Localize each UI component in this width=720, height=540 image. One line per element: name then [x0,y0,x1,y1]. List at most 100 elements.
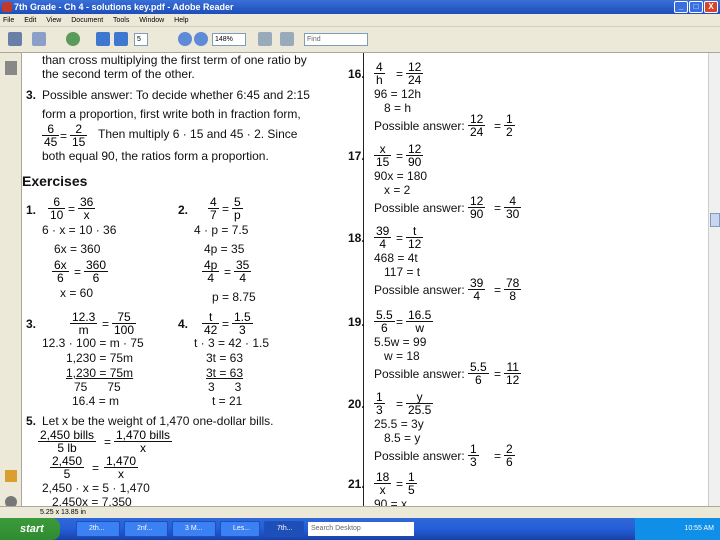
equals-sign: = [494,367,502,381]
page-number-input[interactable]: 5 [134,33,148,46]
fraction: t 42 [202,310,220,337]
menu-bar: File Edit View Document Tools Window Hel… [0,14,720,27]
fraction: 39 4 [374,224,392,251]
fraction: 12 24 [468,112,486,139]
status-bar: 5.25 x 13.85 in [0,506,720,518]
menu-window[interactable]: Window [139,17,164,24]
system-tray: 10:55 AM [635,518,720,540]
work-line: x = 2 [384,183,411,197]
desktop-search-input[interactable]: Search Desktop [308,522,414,536]
email-icon[interactable] [32,32,46,46]
possible-answer-label: Possible answer: [374,201,465,215]
print-icon[interactable] [8,32,22,46]
zoom-in-icon[interactable] [194,32,208,46]
fraction: 13 [468,442,479,469]
menu-file[interactable]: File [3,17,14,24]
menu-help[interactable]: Help [174,17,188,24]
problem-number: 17. [348,149,365,163]
vertical-scrollbar[interactable] [708,53,720,518]
comments-icon[interactable] [5,470,17,482]
work-line: 25.5 = 3y [374,417,424,431]
equals-sign: = [68,202,76,216]
equals-sign: = [396,315,404,329]
text-line: Then multiply 6 · 15 and 45 · 2. Since [98,127,298,141]
text-line: form a proportion, first write both in f… [42,107,301,121]
hand-tool-icon[interactable] [66,32,80,46]
fraction: 360 6 [84,258,109,285]
fraction: 5p [232,195,243,222]
possible-answer-label: Possible answer: [374,449,465,463]
fraction: 47 [208,195,219,222]
equals-sign: = [102,317,110,331]
equals-sign: = [396,477,404,491]
fraction: 78 8 [504,276,522,303]
equals-sign: = [494,283,502,297]
navigation-sidebar [0,53,22,518]
next-page-icon[interactable] [114,32,128,46]
minimize-button[interactable]: _ [674,1,688,13]
work-line: 6x = 360 [54,242,101,256]
problem-number: 19. [348,315,365,329]
equals-sign: = [396,149,404,163]
work-line: p = 8.75 [212,290,256,304]
column-divider [363,53,364,518]
close-button[interactable]: X [704,1,718,13]
clock: 10:55 AM [684,525,714,532]
work-line: 4 · p = 7.5 [194,223,249,237]
taskbar-item[interactable]: Les... [220,521,260,537]
work-line: 2,450 · x = 5 · 1,470 [42,481,150,495]
work-line: 6 · x = 10 · 36 [42,223,117,237]
menu-document[interactable]: Document [71,17,103,24]
equals-sign: = [396,397,404,411]
start-button[interactable]: start [0,518,60,540]
previous-page-icon[interactable] [96,32,110,46]
text-line: the second term of the other. [42,67,195,81]
taskbar-item-active[interactable]: 7th... [264,521,304,537]
fit-page-icon[interactable] [258,32,272,46]
section-heading: Exercises [22,173,88,189]
menu-tools[interactable]: Tools [113,17,129,24]
problem-number: 4. [178,317,189,331]
fraction: 5.5 6 [468,360,489,387]
equals-sign: = [222,317,230,331]
work-line: t · 3 = 42 · 1.5 [194,336,270,350]
problem-number: 2. [178,203,189,217]
possible-answer-label: Possible answer: [374,119,465,133]
taskbar-item[interactable]: 2th... [76,521,120,537]
menu-view[interactable]: View [46,17,61,24]
fraction: 4h [374,60,385,87]
problem-number: 21. [348,477,365,491]
work-line: 117 = t [384,265,421,279]
adobe-reader-icon [2,2,12,12]
equals-sign: = [60,129,68,143]
fit-width-icon[interactable] [280,32,294,46]
fraction: 2 15 [70,122,88,149]
possible-answer-label: Possible answer: [374,367,465,381]
zoom-out-icon[interactable] [178,32,192,46]
fraction: 36 x [78,195,96,222]
fraction: 13 [374,390,385,417]
work-line: 16.4 = m [72,394,120,408]
fraction: 2,450 5 [50,454,85,481]
title-bar: 7th Grade - Ch 4 - solutions key.pdf - A… [0,0,720,14]
fraction: 1,470 x [104,454,139,481]
find-input[interactable]: Find [304,33,368,46]
maximize-button[interactable]: □ [689,1,703,13]
taskbar-item[interactable]: 3 M... [172,521,216,537]
work-line: w = 18 [384,349,420,363]
work-line: x = 60 [60,286,94,300]
fraction: 1,470 bills x [114,428,173,455]
pages-panel-icon[interactable] [5,61,17,75]
menu-edit[interactable]: Edit [24,17,36,24]
work-line: 468 = 4t [374,251,418,265]
fraction: 2,450 bills 5 lb [38,428,97,455]
fraction: 4p 4 [202,258,220,285]
equals-sign: = [396,231,404,245]
scrollbar-thumb[interactable] [710,213,720,227]
fraction: 4 30 [504,194,522,221]
fraction: 12 24 [406,60,424,87]
taskbar-item[interactable]: 2nf... [124,521,168,537]
zoom-level-input[interactable]: 148% [212,33,246,46]
problem-number: 16. [348,67,365,81]
work-line: 8.5 = y [384,431,421,445]
